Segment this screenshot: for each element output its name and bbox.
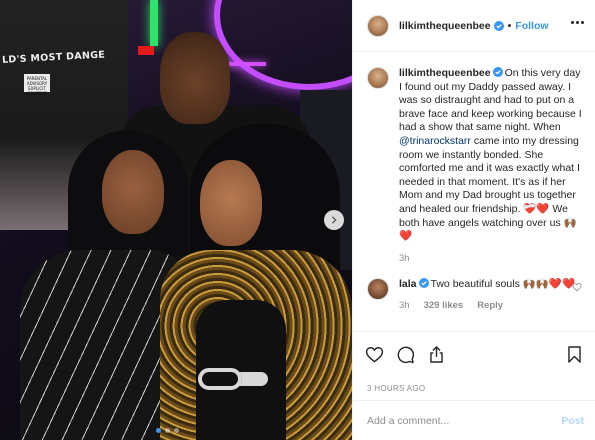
post-comment-button[interactable]: Post [561, 415, 584, 427]
reply-button[interactable]: Reply [477, 300, 503, 311]
post-timestamp[interactable]: 3 HOURS AGO [367, 384, 425, 393]
chevron-right-icon [331, 216, 337, 224]
man-head [160, 32, 230, 124]
caption-comment: lilkimthequeenbee On this very day I foun… [367, 67, 582, 264]
comment-message: Two beautiful souls 🙌🏾🙌🏾❤️❤️ [430, 277, 576, 290]
header-username[interactable]: lilkimthequeenbee [399, 20, 491, 32]
comment-meta: 3h 329 likes Reply [399, 300, 582, 311]
verified-badge-icon [493, 20, 504, 31]
exit-sign [138, 46, 154, 55]
carousel-dot [156, 428, 161, 433]
add-comment-bar: Post [353, 400, 595, 440]
heart-outline-icon[interactable] [572, 282, 582, 292]
comment-text: lala Two beautiful souls 🙌🏾🙌🏾❤️❤️ [399, 277, 582, 292]
caption-text: lilkimthequeenbee On this very day I foun… [399, 67, 582, 244]
caption-mention-link[interactable]: @trinarockstarr [399, 135, 471, 147]
post-header: lilkimthequeenbee • Follow [353, 0, 595, 52]
post-photo[interactable]: LD'S MOST DANGE PARENTAL ADVISORY EXPLIC… [0, 0, 352, 440]
bookmark-icon[interactable] [565, 345, 584, 364]
share-icon[interactable] [427, 345, 446, 364]
comments-list[interactable]: lilkimthequeenbee On this very day I foun… [353, 53, 595, 331]
parental-advisory-label: PARENTAL ADVISORY EXPLICIT CONTENT [24, 74, 50, 96]
verified-badge-icon [418, 277, 429, 288]
neon-ceiling-light [214, 0, 352, 90]
comment-body: lala Two beautiful souls 🙌🏾🙌🏾❤️❤️ 3h 329 … [399, 277, 582, 311]
comment-likes[interactable]: 329 likes [424, 300, 464, 311]
post-side-panel: lilkimthequeenbee • Follow lilkimthequee… [352, 0, 595, 440]
carousel-next-button[interactable] [324, 210, 344, 230]
caption-username[interactable]: lilkimthequeenbee [399, 67, 491, 79]
comment-input[interactable] [367, 414, 562, 427]
caption-text-part-2: came into my dressing room we instantly … [399, 134, 580, 243]
header-separator: • [507, 19, 512, 32]
instagram-post: LD'S MOST DANGE PARENTAL ADVISORY EXPLIC… [0, 0, 595, 440]
avatar[interactable] [367, 14, 389, 37]
logo-belt [198, 368, 242, 390]
comment-username[interactable]: lala [399, 278, 417, 290]
carousel-dot [174, 428, 179, 433]
woman-right-face [200, 160, 262, 246]
avatar[interactable] [367, 67, 389, 89]
verified-badge-icon [492, 67, 503, 77]
caption-body: lilkimthequeenbee On this very day I foun… [399, 67, 582, 264]
caption-meta: 3h [399, 253, 582, 264]
caption-time[interactable]: 3h [399, 253, 410, 264]
post-actions [353, 331, 595, 377]
heart-icon[interactable] [365, 345, 384, 364]
follow-button[interactable]: Follow [515, 20, 548, 32]
comment-icon[interactable] [396, 345, 415, 364]
woman-left-face [102, 150, 164, 234]
carousel-dot [165, 428, 170, 433]
green-stage-light [150, 0, 158, 46]
more-options-icon[interactable] [571, 21, 584, 24]
list-item: lala Two beautiful souls 🙌🏾🙌🏾❤️❤️ 3h 329 … [367, 277, 582, 311]
comment-time[interactable]: 3h [399, 300, 410, 311]
avatar[interactable] [367, 277, 389, 300]
carousel-dots [156, 428, 179, 433]
